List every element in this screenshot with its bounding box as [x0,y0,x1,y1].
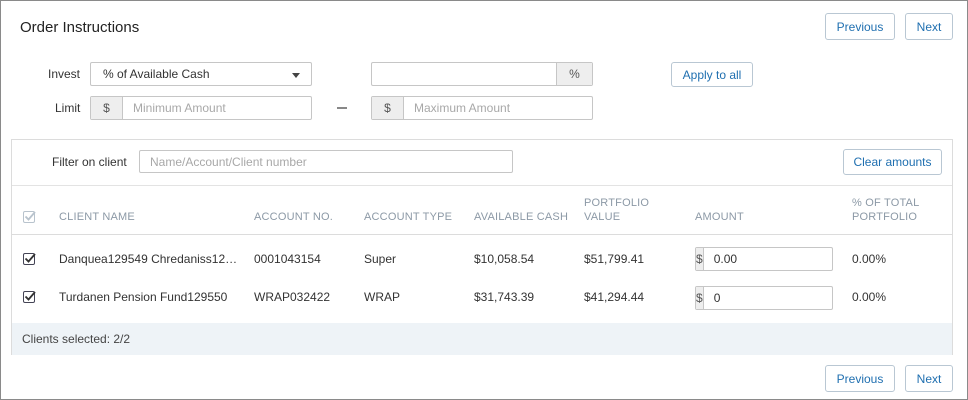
checkmark-icon [24,211,36,221]
col-pct-portfolio: % OF TOTAL PORTFOLIO [852,196,919,224]
clients-selected-status: Clients selected: 2/2 [12,323,952,355]
currency-addon: $ [91,97,123,119]
checkmark-icon [24,291,36,301]
min-amount-field[interactable] [123,97,311,119]
currency-addon: $ [372,97,404,119]
row-pct-portfolio: 0.00% [852,252,887,266]
row-pct-portfolio: 0.00% [852,290,887,304]
col-account-no: ACCOUNT NO. [254,211,334,223]
row-available-cash: $31,743.39 [474,290,535,304]
row-client-name: Danquea129549 Chredaniss12… [59,252,238,266]
limit-label: Limit [55,101,81,115]
max-amount-field[interactable] [404,97,592,119]
currency-addon: $ [696,248,704,270]
next-button-bottom[interactable]: Next [905,365,953,392]
range-separator [337,107,347,109]
invest-type-value: % of Available Cash [103,67,210,81]
invest-type-select[interactable]: % of Available Cash [90,62,312,86]
invest-percent-field[interactable] [372,63,556,85]
percent-addon: % [556,63,592,85]
row-amount-input[interactable] [703,287,869,309]
divider [12,185,952,186]
row-account-type: WRAP [364,290,400,304]
col-pct-line2: PORTFOLIO [852,211,918,223]
previous-button-bottom[interactable]: Previous [825,365,895,392]
clear-amounts-button[interactable]: Clear amounts [843,149,942,175]
col-portfolio-value: PORTFOLIO VALUE [584,196,649,224]
select-all-checkbox[interactable] [23,211,36,223]
filter-label: Filter on client [52,155,127,169]
header-divider [12,234,952,235]
currency-addon: $ [696,287,704,309]
row-portfolio-value: $41,294.44 [584,290,645,304]
row-portfolio-value: $51,799.41 [584,252,645,266]
row-account-no: WRAP032422 [254,290,331,304]
min-amount-input-group: $ [90,96,312,120]
chevron-down-icon [292,73,300,78]
max-amount-input-group: $ [371,96,593,120]
col-portfolio-value-line1: PORTFOLIO [584,197,650,209]
previous-button-top[interactable]: Previous [825,13,895,40]
row-available-cash: $10,058.54 [474,252,535,266]
row-amount-input[interactable] [703,248,869,270]
col-amount: AMOUNT [695,211,744,223]
invest-percent-input-group: % [371,62,593,86]
next-button-top[interactable]: Next [905,13,953,40]
clients-panel: Filter on client Clear amounts CLIENT NA… [11,139,953,355]
filter-input-group [139,150,513,173]
col-client-name: CLIENT NAME [59,211,135,223]
invest-label: Invest [48,67,81,81]
page-title: Order Instructions [20,19,140,36]
row-checkbox[interactable] [23,253,36,265]
col-account-type: ACCOUNT TYPE [364,211,453,223]
row-client-name: Turdanen Pension Fund129550 [59,290,228,304]
row-checkbox[interactable] [23,291,36,303]
col-pct-line1: % OF TOTAL [852,197,920,209]
row-account-no: 0001043154 [254,252,321,266]
row-amount-input-group: $ [695,286,869,310]
checkmark-icon [24,253,36,263]
row-amount-input-group: $ [695,247,869,271]
client-filter-input[interactable] [140,151,512,172]
order-instructions-window: Order Instructions Previous Next Invest … [0,0,968,400]
col-portfolio-value-line2: VALUE [584,211,621,223]
apply-to-all-button[interactable]: Apply to all [671,62,753,87]
row-account-type: Super [364,252,397,266]
col-available-cash: AVAILABLE CASH [474,211,569,223]
